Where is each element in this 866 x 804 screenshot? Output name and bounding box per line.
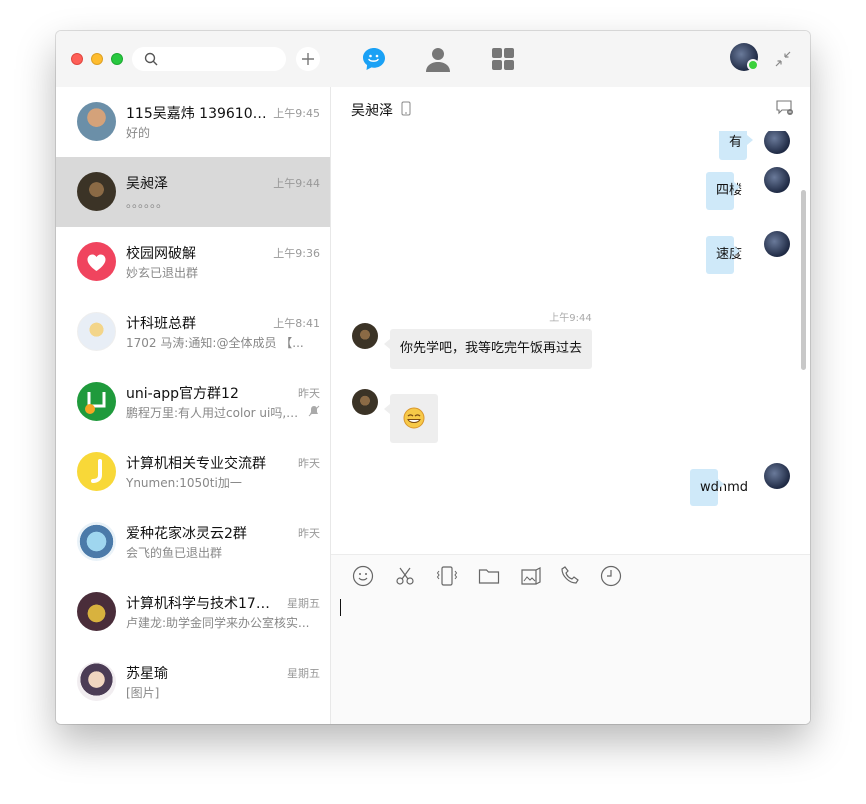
message-bubble: 你先学吧，我等吃完午饭再过去 (383, 329, 593, 369)
chat-settings-icon[interactable] (776, 100, 794, 116)
chat-header: 吴昶泽 (331, 87, 810, 131)
conversation-name: uni-app官方群12 (126, 386, 239, 402)
emoji-message-bubble (384, 394, 438, 443)
my-message-avatar (764, 131, 790, 154)
message-input[interactable] (331, 595, 810, 724)
smile-icon[interactable] (352, 565, 374, 587)
conversation-name: 计算机科学与技术1702 (126, 596, 271, 612)
message-bubble: 四楼 (706, 172, 742, 210)
conversation-preview: 妙玄已退出群 (126, 266, 199, 280)
chat-title: 吴昶泽 (351, 103, 393, 119)
vibrate-icon[interactable] (436, 565, 458, 587)
plus-icon (302, 53, 314, 65)
person-icon[interactable] (424, 45, 452, 73)
online-status-dot (747, 59, 759, 71)
my-message-avatar (764, 167, 790, 193)
scissors-icon[interactable] (394, 565, 416, 587)
conversation-name: 吴昶泽 (126, 176, 168, 192)
conversation-time: 上午8:41 (273, 317, 320, 330)
conversation-name: 计科班总群 (126, 316, 196, 332)
message-bubble: wdnmd (690, 469, 748, 506)
conversation-item[interactable]: 计科班总群 上午8:41 1702 马涛:通知:@全体成员 【... (56, 297, 330, 367)
conversation-time: 星期五 (287, 597, 320, 610)
conversation-item[interactable]: uni-app官方群12 昨天 鹏程万里:有人用过color ui吗, 那... (56, 367, 330, 437)
conversation-preview: 卢建龙:助学金同学来办公室核实... (126, 616, 310, 630)
conversation-item[interactable]: 爱种花家冰灵云2群 昨天 会飞的鱼已退出群 (56, 507, 330, 577)
input-toolbar (331, 555, 810, 595)
my-message-avatar (764, 463, 790, 489)
conversation-preview: 1702 马涛:通知:@全体成员 【... (126, 336, 304, 350)
avatar (77, 592, 116, 631)
avatar (77, 382, 116, 421)
avatar (77, 172, 116, 211)
conversation-item[interactable]: 115吴嘉炜 13961081... 上午9:45 好的 (56, 87, 330, 157)
mute-icon (308, 405, 320, 417)
conversation-name: 苏星瑜 (126, 666, 168, 682)
conversation-item[interactable]: 计算机科学与技术1702 星期五 卢建龙:助学金同学来办公室核实... (56, 577, 330, 647)
conversation-preview: [图片] (126, 686, 160, 700)
message-timestamp: 上午9:44 (549, 313, 592, 324)
conversation-time: 星期五 (287, 667, 320, 680)
shrink-icon[interactable] (774, 50, 792, 68)
add-button[interactable] (296, 47, 320, 71)
text-caret (340, 599, 341, 616)
message-bubble: 速度 (706, 236, 742, 274)
image-icon[interactable] (520, 565, 542, 587)
conversation-time: 上午9:44 (273, 177, 320, 190)
close-button[interactable] (71, 53, 83, 65)
contact-message-avatar (352, 389, 378, 415)
conversation-preview: 好的 (126, 126, 151, 140)
message-area: 有 四楼 速度 上午9:44 你先学吧，我等吃完午饭再过去 wdnmd (331, 131, 810, 515)
heart-icon (87, 254, 106, 271)
avatar (77, 242, 116, 281)
conversation-time: 昨天 (298, 387, 320, 400)
j-logo-icon (91, 459, 102, 483)
conversation-list: 115吴嘉炜 13961081... 上午9:45 好的 吴昶泽 上午9:44 … (56, 87, 331, 724)
grid-icon[interactable] (489, 45, 517, 73)
title-bar (56, 31, 810, 87)
search-box[interactable] (132, 47, 286, 71)
uni-app-logo-icon (85, 392, 106, 414)
conversation-name: 爱种花家冰灵云2群 (126, 526, 247, 542)
conversation-preview: Ynumen:1050ti加一 (126, 476, 242, 490)
mobile-device-icon (401, 101, 411, 116)
conversation-time: 上午9:45 (273, 107, 320, 120)
conversation-name: 校园网破解 (126, 246, 196, 262)
conversation-preview: 鹏程万里:有人用过color ui吗, 那... (126, 406, 301, 420)
conversation-item[interactable]: 计算机相关专业交流群 昨天 Ynumen:1050ti加一 (56, 437, 330, 507)
avatar (77, 102, 116, 141)
search-icon (144, 52, 158, 66)
contact-message-avatar (352, 323, 378, 349)
avatar (77, 522, 116, 561)
avatar (77, 662, 116, 701)
conversation-item[interactable]: 苏星瑜 星期五 [图片] (56, 647, 330, 717)
conversation-item[interactable]: 吴昶泽 上午9:44 。。。。。。 (56, 157, 330, 227)
zoom-button[interactable] (111, 53, 123, 65)
grin-emoji-icon (403, 407, 425, 429)
conversation-item[interactable]: 校园网破解 上午9:36 妙玄已退出群 (56, 227, 330, 297)
conversation-time: 上午9:36 (273, 247, 320, 260)
search-input[interactable] (164, 50, 279, 68)
message-scrollbar[interactable] (801, 190, 806, 370)
conversation-time: 昨天 (298, 457, 320, 470)
chat-panel: 吴昶泽 有 四楼 速度 上午9:44 你先学吧，我等吃完午饭再过去 wdnmd (331, 87, 810, 724)
chat-bubble-icon[interactable] (360, 45, 388, 73)
conversation-name: 115吴嘉炜 13961081... (126, 106, 271, 122)
conversation-preview: 。。。。。。 (126, 196, 169, 210)
conversation-name: 计算机相关专业交流群 (126, 456, 266, 472)
phone-icon[interactable] (560, 565, 582, 587)
avatar (77, 452, 116, 491)
conversation-time: 昨天 (298, 527, 320, 540)
qq-window: 115吴嘉炜 13961081... 上午9:45 好的 吴昶泽 上午9:44 … (56, 31, 810, 724)
minimize-button[interactable] (91, 53, 103, 65)
message-bubble: 有 (719, 131, 753, 160)
conversation-preview: 会飞的鱼已退出群 (126, 546, 223, 560)
my-message-avatar (764, 231, 790, 257)
clock-icon[interactable] (600, 565, 622, 587)
folder-icon[interactable] (478, 565, 500, 587)
avatar (77, 312, 116, 351)
